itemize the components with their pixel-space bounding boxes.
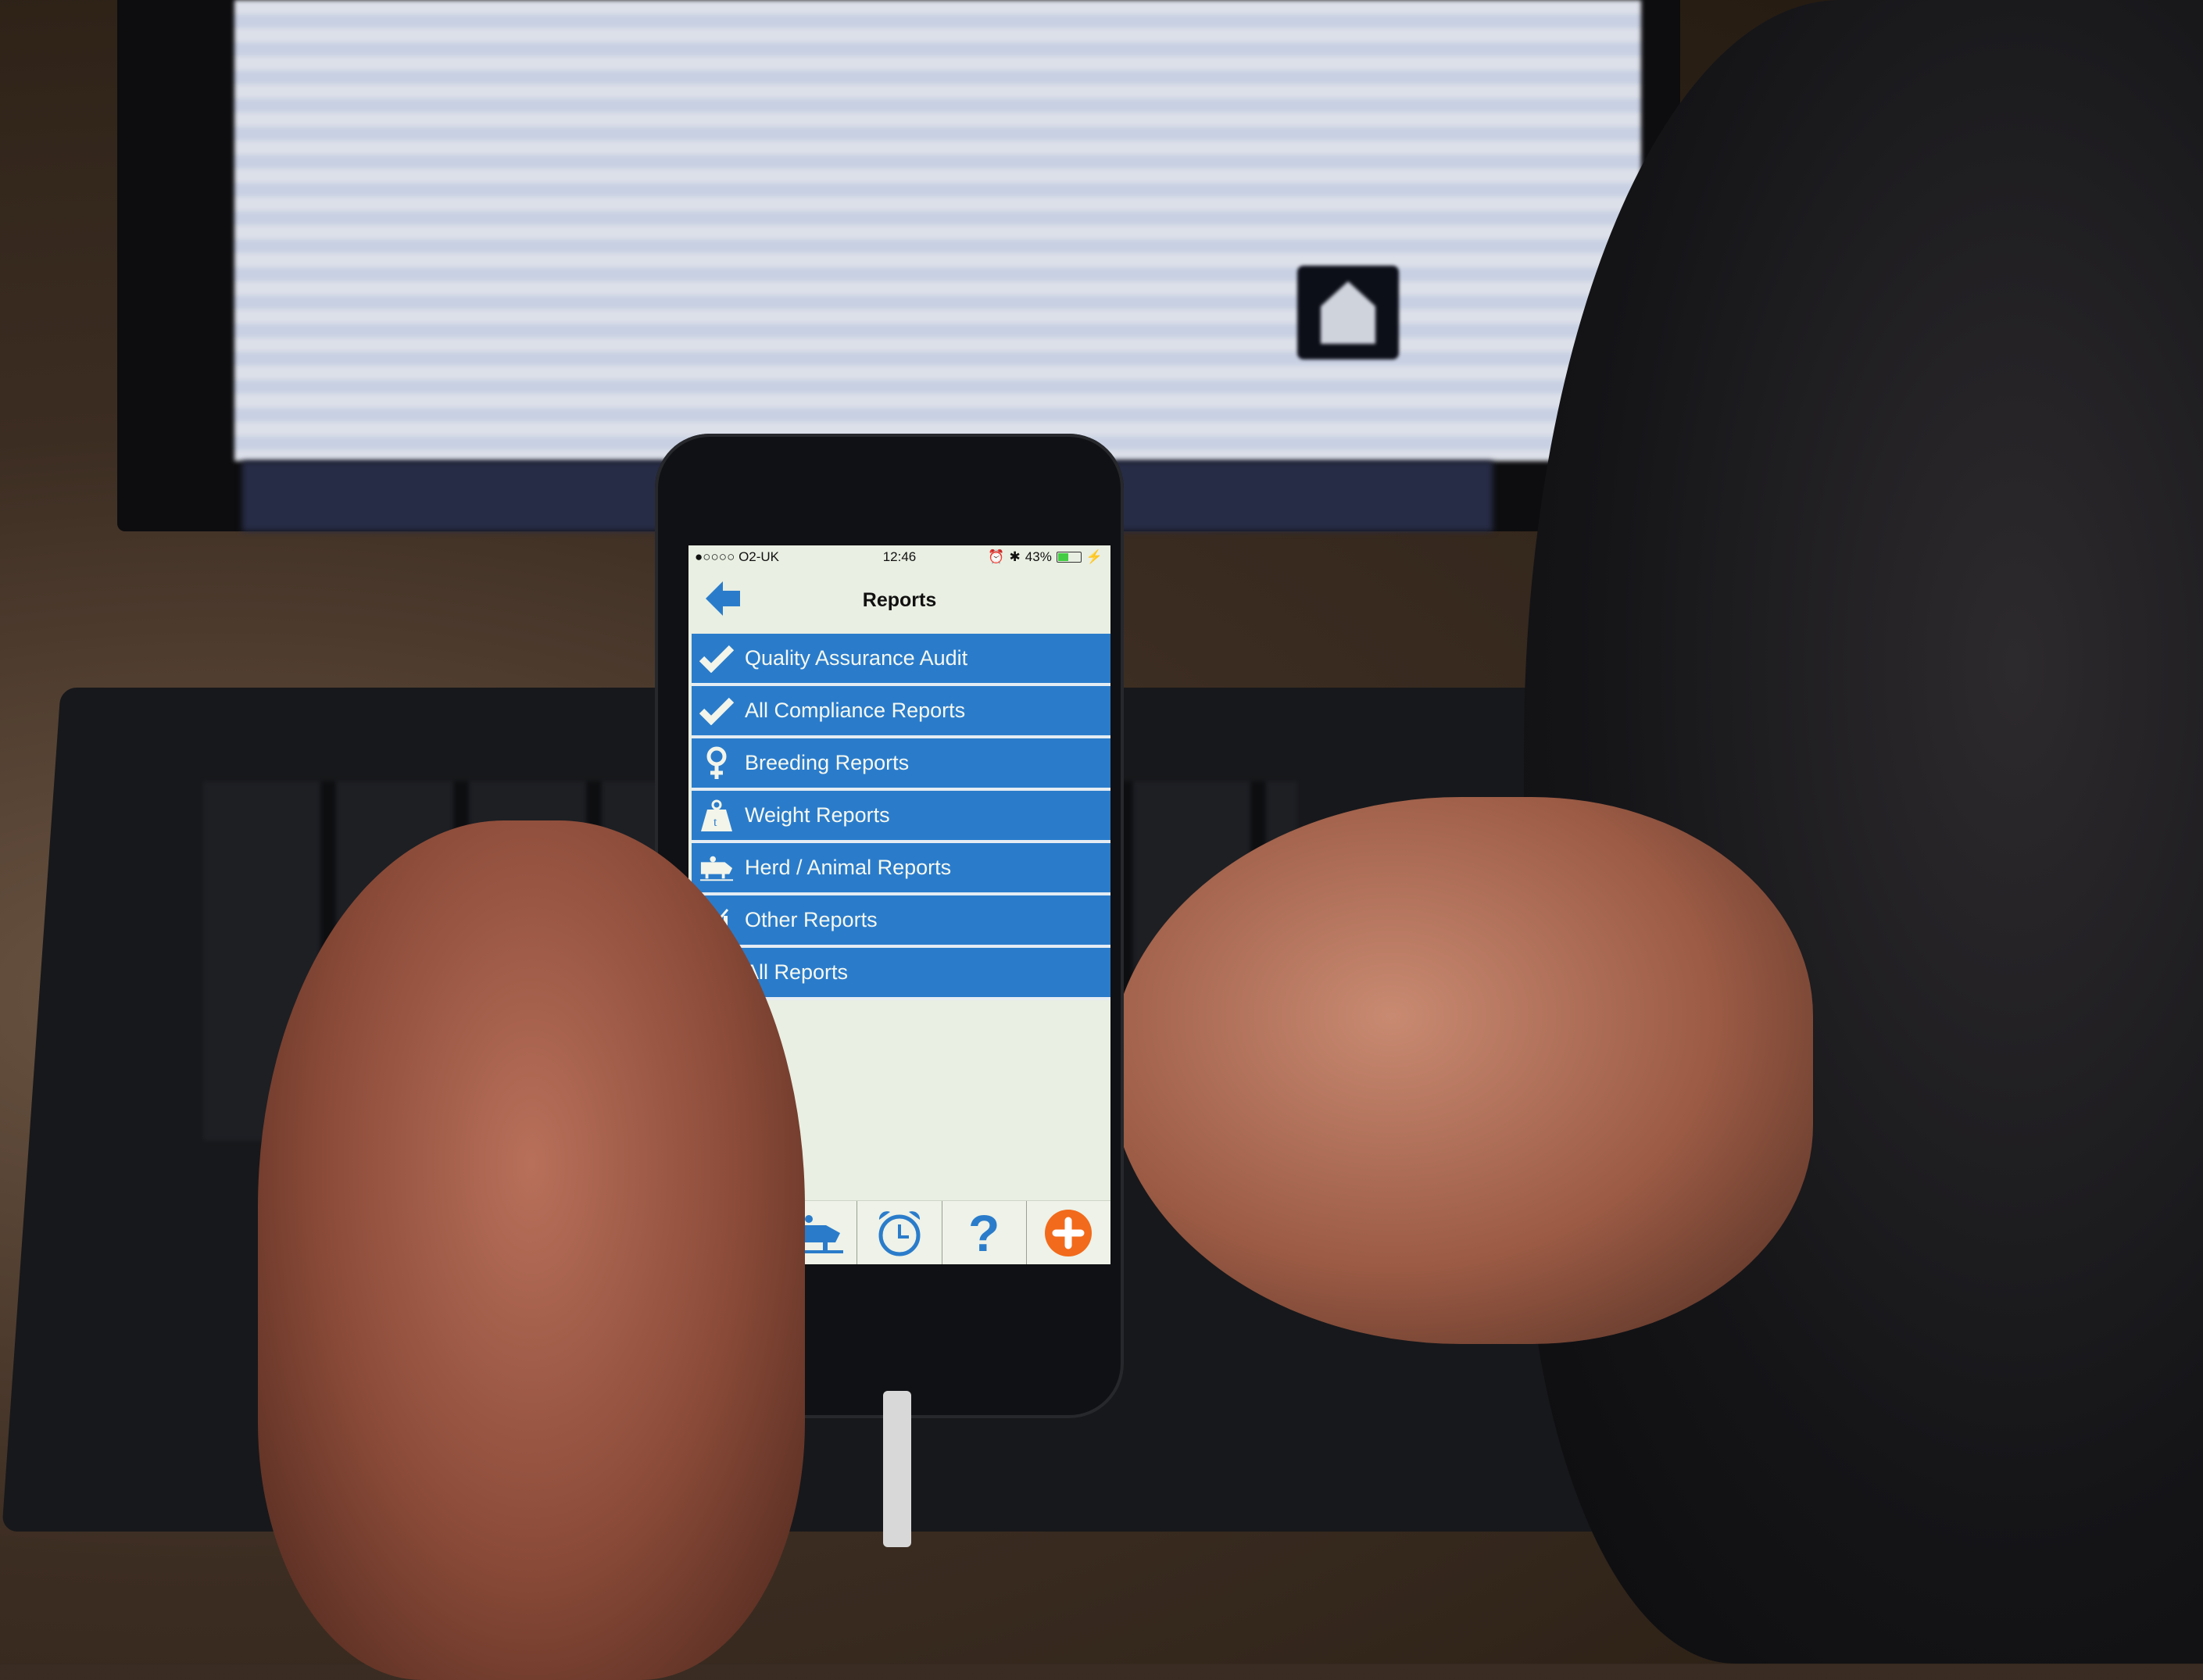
svg-text:t: t (713, 816, 717, 829)
menu-item-weight-reports[interactable]: t Weight Reports (692, 791, 1110, 843)
bluetooth-icon: ✱ (1009, 549, 1021, 564)
menu-item-label: All Reports (745, 960, 849, 984)
charging-cable (883, 1391, 911, 1547)
battery-percent: 43% (1025, 549, 1052, 564)
status-right: ⏰ ✱ 43% ⚡ (988, 549, 1103, 565)
battery-fill (1057, 553, 1068, 561)
right-hand (1110, 797, 1813, 1344)
alarm-icon: ⏰ (988, 549, 1005, 564)
menu-item-label: Herd / Animal Reports (745, 856, 952, 879)
home-app-icon (1297, 266, 1399, 359)
menu-item-all-compliance-reports[interactable]: All Compliance Reports (692, 686, 1110, 738)
reports-menu: Quality Assurance Audit All Compliance R… (692, 634, 1110, 1000)
status-bar: ●○○○○ O2-UK 12:46 ⏰ ✱ 43% ⚡ (688, 545, 1110, 569)
question-icon: ? (968, 1204, 1000, 1262)
tab-help[interactable]: ? (942, 1201, 1027, 1264)
nav-bar: Reports (688, 569, 1110, 631)
battery-icon (1056, 552, 1082, 563)
menu-item-breeding-reports[interactable]: Breeding Reports (692, 738, 1110, 791)
checkmark-icon (699, 694, 734, 728)
menu-item-quality-assurance-audit[interactable]: Quality Assurance Audit (692, 634, 1110, 686)
plus-circle-icon (1045, 1210, 1093, 1256)
tab-add[interactable] (1027, 1201, 1110, 1264)
livestock-icon (699, 851, 734, 885)
menu-item-label: All Compliance Reports (745, 699, 966, 722)
tab-reminders[interactable] (857, 1201, 942, 1264)
menu-item-label: Breeding Reports (745, 751, 910, 774)
laptop-screen-spreadsheet (234, 0, 1641, 461)
menu-item-label: Weight Reports (745, 803, 890, 827)
female-symbol-icon (699, 746, 734, 781)
left-hand (258, 820, 805, 1680)
page-title: Reports (862, 589, 937, 611)
checkmark-icon (699, 642, 734, 676)
menu-item-label: Quality Assurance Audit (745, 646, 968, 670)
alarm-clock-icon (878, 1211, 921, 1256)
menu-item-herd-animal-reports[interactable]: Herd / Animal Reports (692, 843, 1110, 895)
weight-icon: t (699, 799, 734, 833)
menu-item-label: Other Reports (745, 908, 878, 931)
menu-item-other-reports[interactable]: Other Reports (692, 895, 1110, 948)
charging-icon: ⚡ (1085, 549, 1103, 564)
